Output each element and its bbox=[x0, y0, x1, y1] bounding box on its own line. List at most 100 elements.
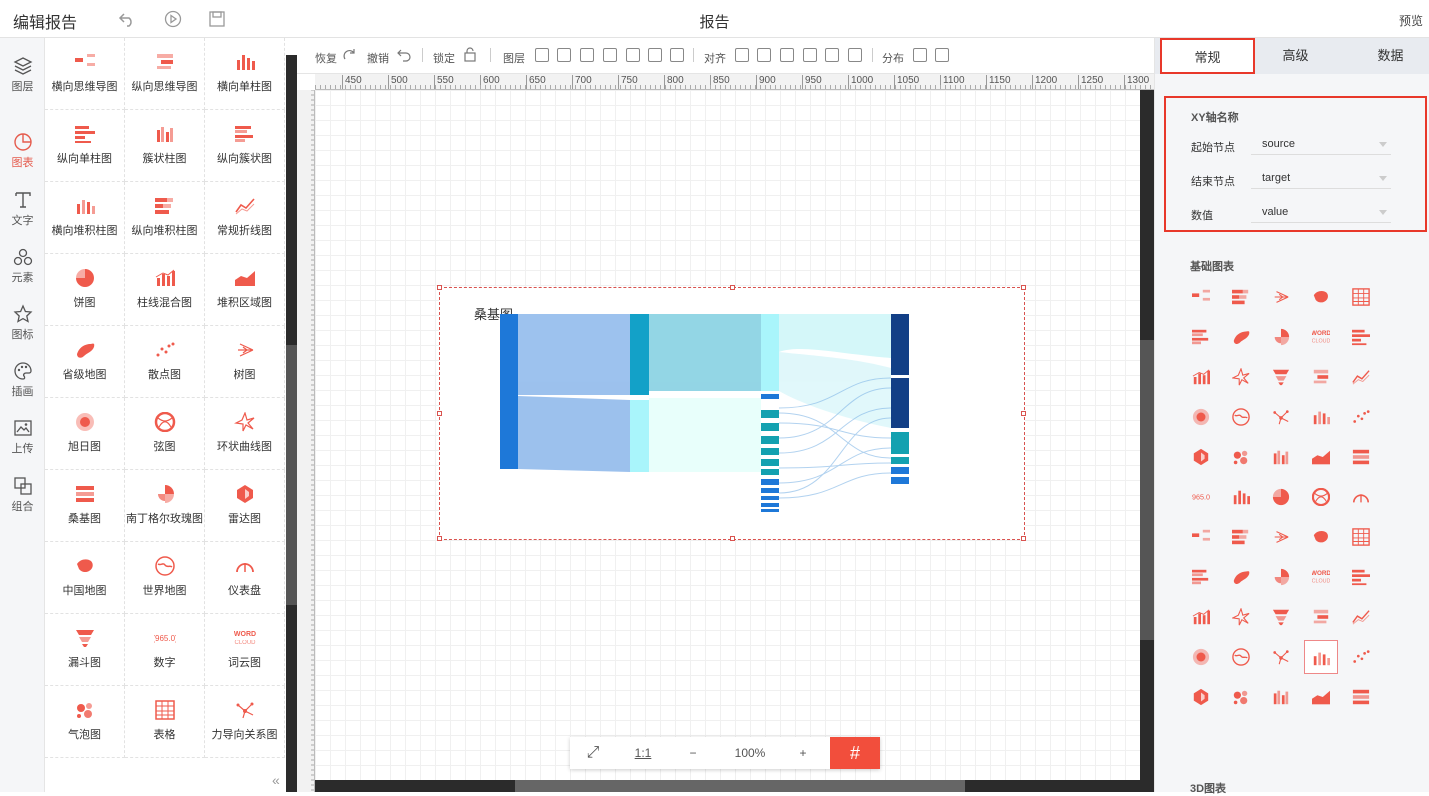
undo-icon[interactable] bbox=[397, 48, 411, 62]
basic-chart-item[interactable] bbox=[1264, 320, 1298, 354]
palette-item[interactable]: 柱线混合图 bbox=[125, 254, 205, 326]
nav-charts[interactable]: 图表 bbox=[0, 124, 45, 176]
tab-advanced[interactable]: 高级 bbox=[1248, 38, 1343, 74]
palette-item[interactable]: 弦图 bbox=[125, 398, 205, 470]
basic-chart-item[interactable] bbox=[1224, 680, 1258, 714]
align-left-icon[interactable] bbox=[735, 48, 749, 62]
basic-chart-item[interactable] bbox=[1264, 560, 1298, 594]
layer-top-icon[interactable] bbox=[580, 48, 594, 62]
palette-item[interactable]: 中国地图 bbox=[45, 542, 125, 614]
resize-handle[interactable] bbox=[730, 536, 735, 541]
tab-general[interactable]: 常规 bbox=[1160, 38, 1255, 74]
palette-item[interactable]: 纵向思维导图 bbox=[125, 38, 205, 110]
palette-item[interactable]: 横向堆积柱图 bbox=[45, 182, 125, 254]
palette-item[interactable]: 散点图 bbox=[125, 326, 205, 398]
basic-chart-item[interactable] bbox=[1264, 680, 1298, 714]
basic-chart-item[interactable] bbox=[1344, 400, 1378, 434]
palette-item[interactable]: 横向单柱图 bbox=[205, 38, 285, 110]
basic-chart-item[interactable] bbox=[1184, 680, 1218, 714]
resize-handle[interactable] bbox=[437, 411, 442, 416]
actual-size-button[interactable]: 1:1 bbox=[620, 737, 666, 769]
basic-chart-item[interactable] bbox=[1304, 680, 1338, 714]
basic-chart-item[interactable] bbox=[1224, 600, 1258, 634]
basic-chart-item[interactable] bbox=[1304, 440, 1338, 474]
fit-screen-icon[interactable]: ⤢ bbox=[570, 737, 616, 769]
basic-chart-item[interactable] bbox=[1224, 480, 1258, 514]
basic-chart-item[interactable] bbox=[1304, 280, 1338, 314]
palette-item[interactable]: 环状曲线图 bbox=[205, 398, 285, 470]
distribute-h-icon[interactable] bbox=[913, 48, 927, 62]
nav-elements[interactable]: 元素 bbox=[0, 239, 45, 291]
scrollbar-thumb[interactable] bbox=[286, 345, 297, 605]
palette-item[interactable]: (965.0) 数字 bbox=[125, 614, 205, 686]
value-select[interactable]: value bbox=[1251, 203, 1391, 223]
basic-chart-item[interactable] bbox=[1304, 520, 1338, 554]
resize-handle[interactable] bbox=[437, 536, 442, 541]
palette-item[interactable]: 旭日图 bbox=[45, 398, 125, 470]
palette-item[interactable]: 雷达图 bbox=[205, 470, 285, 542]
layer-bottom-icon[interactable] bbox=[626, 48, 640, 62]
basic-chart-item[interactable] bbox=[1184, 360, 1218, 394]
basic-chart-item[interactable] bbox=[1344, 360, 1378, 394]
basic-chart-item[interactable] bbox=[1264, 400, 1298, 434]
distribute-button[interactable]: 分布 bbox=[882, 50, 904, 66]
align-middle-icon[interactable] bbox=[803, 48, 817, 62]
basic-chart-item[interactable] bbox=[1344, 480, 1378, 514]
basic-chart-item[interactable] bbox=[1344, 320, 1378, 354]
basic-chart-item[interactable] bbox=[1264, 600, 1298, 634]
resize-handle[interactable] bbox=[730, 285, 735, 290]
nav-layers[interactable]: 图层 bbox=[0, 48, 45, 100]
align-top-icon[interactable] bbox=[825, 48, 839, 62]
basic-chart-item[interactable] bbox=[1344, 600, 1378, 634]
basic-chart-item[interactable] bbox=[1304, 480, 1338, 514]
resize-handle[interactable] bbox=[1021, 285, 1026, 290]
scrollbar-thumb[interactable] bbox=[1140, 340, 1154, 640]
basic-chart-item[interactable] bbox=[1224, 520, 1258, 554]
palette-item[interactable]: 南丁格尔玫瑰图 bbox=[125, 470, 205, 542]
redo-icon[interactable] bbox=[343, 48, 357, 62]
nav-icons[interactable]: 图标 bbox=[0, 296, 45, 348]
zoom-out-button[interactable]: − bbox=[670, 737, 716, 769]
nav-group[interactable]: 组合 bbox=[0, 468, 45, 520]
basic-chart-item[interactable] bbox=[1184, 440, 1218, 474]
basic-chart-item[interactable] bbox=[1344, 680, 1378, 714]
preview-button[interactable]: 预览 bbox=[1399, 12, 1423, 29]
align-bottom-icon[interactable] bbox=[848, 48, 862, 62]
basic-chart-item[interactable] bbox=[1344, 560, 1378, 594]
layer-down-icon[interactable] bbox=[603, 48, 617, 62]
layer-up-icon[interactable] bbox=[557, 48, 571, 62]
layer-order-icon[interactable] bbox=[535, 48, 549, 62]
basic-chart-item[interactable] bbox=[1304, 400, 1338, 434]
layer-button[interactable]: 图层 bbox=[503, 50, 525, 66]
palette-item[interactable]: 饼图 bbox=[45, 254, 125, 326]
basic-chart-item[interactable] bbox=[1344, 280, 1378, 314]
nav-illustrations[interactable]: 插画 bbox=[0, 353, 45, 405]
resize-handle[interactable] bbox=[1021, 536, 1026, 541]
palette-item[interactable]: 堆积区域图 bbox=[205, 254, 285, 326]
basic-chart-item[interactable] bbox=[1344, 640, 1378, 674]
basic-chart-item[interactable] bbox=[1184, 400, 1218, 434]
zoom-in-button[interactable]: + bbox=[780, 737, 826, 769]
basic-chart-item[interactable] bbox=[1264, 480, 1298, 514]
basic-chart-item[interactable] bbox=[1224, 560, 1258, 594]
palette-item[interactable]: 树图 bbox=[205, 326, 285, 398]
palette-item[interactable]: 漏斗图 bbox=[45, 614, 125, 686]
canvas-h-scrollbar[interactable] bbox=[315, 780, 1140, 792]
basic-chart-item[interactable] bbox=[1184, 600, 1218, 634]
tab-data[interactable]: 数据 bbox=[1343, 38, 1429, 74]
basic-chart-item[interactable] bbox=[1184, 320, 1218, 354]
palette-item[interactable]: 纵向单柱图 bbox=[45, 110, 125, 182]
basic-chart-item[interactable] bbox=[1224, 440, 1258, 474]
basic-chart-item[interactable] bbox=[1264, 640, 1298, 674]
basic-chart-item[interactable]: (965.0) bbox=[1184, 480, 1218, 514]
basic-chart-item[interactable] bbox=[1184, 560, 1218, 594]
source-select[interactable]: source bbox=[1251, 135, 1391, 155]
palette-item[interactable]: 气泡图 bbox=[45, 686, 125, 758]
basic-chart-item[interactable] bbox=[1264, 440, 1298, 474]
palette-item[interactable]: 仪表盘 bbox=[205, 542, 285, 614]
resize-handle[interactable] bbox=[437, 285, 442, 290]
basic-chart-item[interactable] bbox=[1264, 360, 1298, 394]
palette-item[interactable]: 簇状柱图 bbox=[125, 110, 205, 182]
delete-icon[interactable] bbox=[648, 48, 662, 62]
basic-chart-item[interactable] bbox=[1304, 640, 1338, 674]
